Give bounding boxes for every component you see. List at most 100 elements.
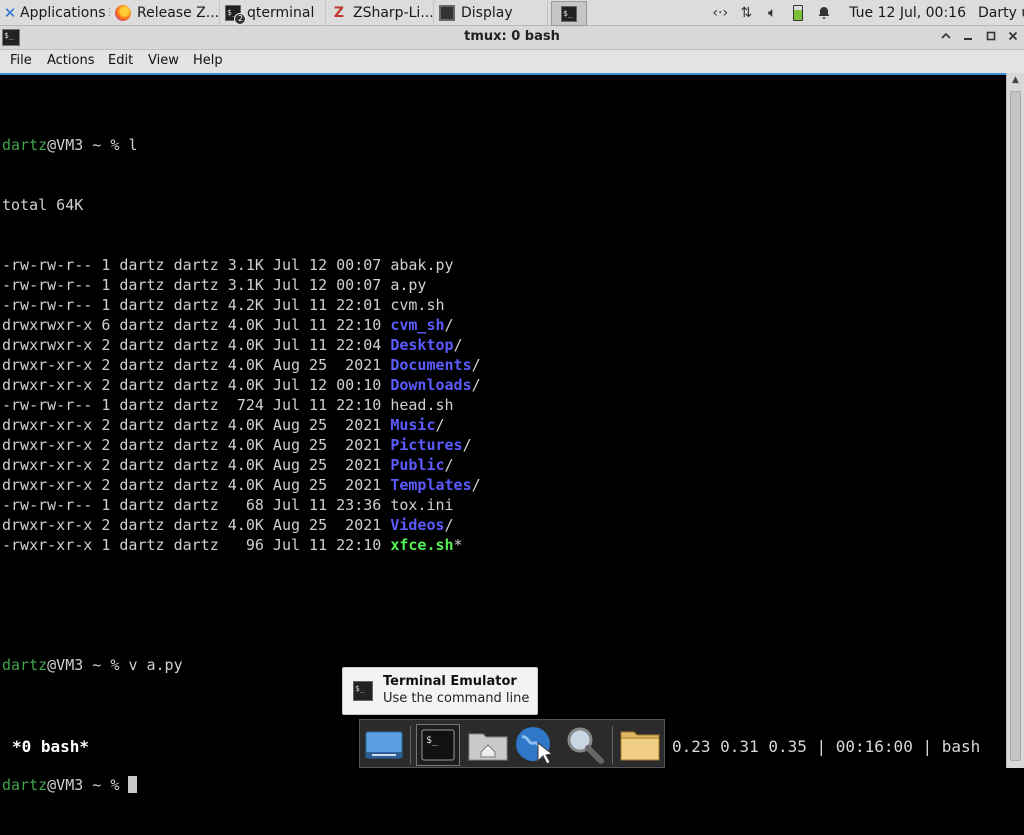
file-name: xfce.sh (390, 536, 454, 554)
task-label: ZSharp-Li... (353, 4, 434, 21)
file-name: Pictures (390, 436, 463, 454)
taskbar-button-terminal-active[interactable]: $_ (551, 1, 587, 26)
transfer-icon[interactable]: ⇅ (735, 0, 757, 25)
file-meta: drwxr-xr-x 2 dartz dartz 4.0K Aug 25 202… (2, 456, 391, 474)
file-meta: drwxr-xr-x 2 dartz dartz 4.0K Aug 25 202… (2, 356, 391, 374)
window-count-badge: 2 (234, 12, 246, 25)
prompt-suffix: ~ % (83, 656, 129, 674)
firefox-icon (115, 4, 131, 21)
dock-separator (612, 726, 613, 764)
xfce-logo-icon: ✕ (3, 3, 17, 22)
maximize-button[interactable] (981, 28, 1001, 48)
file-type-suffix: / (471, 476, 481, 494)
listing-row: -rw-rw-r-- 1 dartz dartz 3.1K Jul 12 00:… (2, 275, 481, 295)
file-meta: drwxr-xr-x 2 dartz dartz 4.0K Aug 25 202… (2, 416, 391, 434)
listing-row: -rw-rw-r-- 1 dartz dartz 3.1K Jul 12 00:… (2, 255, 481, 275)
app-finder-icon[interactable] (563, 724, 607, 766)
command-text: l (128, 136, 138, 154)
dock-separator (410, 726, 411, 764)
listing-row: -rw-rw-r-- 1 dartz dartz 4.2K Jul 11 22:… (2, 295, 481, 315)
file-name: Videos (390, 516, 445, 534)
directory-listing: -rw-rw-r-- 1 dartz dartz 3.1K Jul 12 00:… (2, 255, 481, 555)
file-meta: -rw-rw-r-- 1 dartz dartz 3.1K Jul 12 00:… (2, 256, 391, 274)
user-menu[interactable]: Darty uwu (978, 5, 1024, 21)
minimize-button[interactable] (936, 28, 956, 48)
terminal-scrollbar[interactable]: ▲ (1006, 73, 1024, 768)
listing-row: -rw-rw-r-- 1 dartz dartz 68 Jul 11 23:36… (2, 495, 481, 515)
taskbar-button-display[interactable]: Display (434, 0, 548, 25)
scroll-up-arrow-icon[interactable]: ▲ (1007, 75, 1024, 89)
text-cursor (128, 776, 138, 793)
window-title: tmux: 0 bash (464, 29, 560, 44)
terminal-icon[interactable]: $_ (416, 724, 460, 766)
menu-actions[interactable]: Actions (47, 53, 95, 68)
file-name: Desktop (390, 336, 454, 354)
file-meta: -rw-rw-r-- 1 dartz dartz 68 Jul 11 23:36 (2, 496, 391, 514)
prompt-suffix: ~ % (83, 776, 129, 794)
file-meta: drwxrwxr-x 6 dartz dartz 4.0K Jul 11 22:… (2, 316, 391, 334)
prompt-host: @VM3 (47, 136, 84, 154)
terminal-icon: $_ (353, 681, 373, 701)
taskbar-button-zsharp[interactable]: Z ZSharp-Li... (326, 0, 434, 25)
file-type-suffix: / (435, 416, 445, 434)
task-label: Release Z... (137, 4, 220, 21)
battery-icon[interactable] (787, 0, 809, 25)
file-meta: drwxr-xr-x 2 dartz dartz 4.0K Aug 25 202… (2, 516, 391, 534)
file-type-suffix: / (444, 456, 454, 474)
file-name: tox.ini (390, 496, 454, 514)
file-type-suffix: / (453, 336, 463, 354)
taskbar-button-qterminal[interactable]: $_ 2 qterminal (220, 0, 326, 25)
file-type-suffix: / (471, 376, 481, 394)
tmux-window-list[interactable]: *0 bash* (12, 737, 89, 756)
file-name: Downloads (390, 376, 472, 394)
terminal-icon: $_ (561, 5, 577, 22)
menu-bar: File Actions Edit View Help (0, 50, 1024, 73)
file-manager-icon[interactable] (618, 724, 662, 766)
menu-help[interactable]: Help (193, 53, 223, 68)
applications-label: Applications (20, 4, 106, 21)
scrollbar-thumb[interactable] (1010, 91, 1021, 761)
task-label: Display (461, 4, 513, 21)
listing-row: drwxr-xr-x 2 dartz dartz 4.0K Aug 25 202… (2, 475, 481, 495)
close-button[interactable] (1003, 28, 1023, 48)
volume-icon[interactable]: 🔈︎ (761, 0, 783, 25)
menu-edit[interactable]: Edit (108, 53, 133, 68)
zsharp-icon: Z (333, 4, 345, 21)
file-name: Documents (390, 356, 472, 374)
prompt-user: dartz (2, 136, 48, 154)
home-folder-icon[interactable] (466, 724, 510, 766)
tmux-status-right: 0.23 0.31 0.35 | 00:16:00 | bash (672, 737, 981, 756)
file-name: Music (390, 416, 436, 434)
svg-text:$_: $_ (426, 735, 439, 746)
menu-file[interactable]: File (10, 53, 32, 68)
clock[interactable]: Tue 12 Jul, 00:16 (849, 5, 966, 21)
prompt-suffix: ~ % (83, 136, 129, 154)
command-text: v a.py (128, 656, 183, 674)
notification-bell-icon[interactable] (813, 0, 835, 25)
listing-row: -rw-rw-r-- 1 dartz dartz 724 Jul 11 22:1… (2, 395, 481, 415)
applications-menu[interactable]: ✕ Applications ☰ (2, 0, 110, 25)
taskbar-button-firefox[interactable]: Release Z... (110, 0, 220, 25)
top-panel: ✕ Applications ☰ Release Z... $_2 qtermi… (0, 0, 1024, 26)
terminal-view[interactable]: dartz@VM3 ~ % l total 64K -rw-rw-r-- 1 d… (0, 73, 1006, 794)
window-titlebar[interactable]: $_ tmux: 0 bash (0, 26, 1024, 50)
web-browser-icon[interactable] (513, 724, 557, 766)
file-meta: drwxr-xr-x 2 dartz dartz 4.0K Aug 25 202… (2, 436, 391, 454)
file-meta: drwxr-xr-x 2 dartz dartz 4.0K Jul 12 00:… (2, 376, 391, 394)
listing-row: drwxrwxr-x 6 dartz dartz 4.0K Jul 11 22:… (2, 315, 481, 335)
menu-view[interactable]: View (148, 53, 179, 68)
file-meta: -rw-rw-r-- 1 dartz dartz 724 Jul 11 22:1… (2, 396, 391, 414)
restore-button[interactable] (958, 28, 978, 48)
tooltip-title: Terminal Emulator (383, 674, 517, 689)
terminal-icon: $_ 2 (225, 4, 246, 25)
dock: $_ (359, 719, 665, 768)
prompt-host: @VM3 (47, 656, 84, 674)
show-desktop-icon[interactable] (362, 724, 406, 766)
network-arrows-icon[interactable]: ‹·› (709, 0, 731, 25)
listing-row: drwxr-xr-x 2 dartz dartz 4.0K Aug 25 202… (2, 415, 481, 435)
file-type-suffix: / (471, 356, 481, 374)
file-type-suffix: / (462, 436, 472, 454)
file-name: cvm.sh (390, 296, 445, 314)
file-meta: -rwxr-xr-x 1 dartz dartz 96 Jul 11 22:10 (2, 536, 391, 554)
